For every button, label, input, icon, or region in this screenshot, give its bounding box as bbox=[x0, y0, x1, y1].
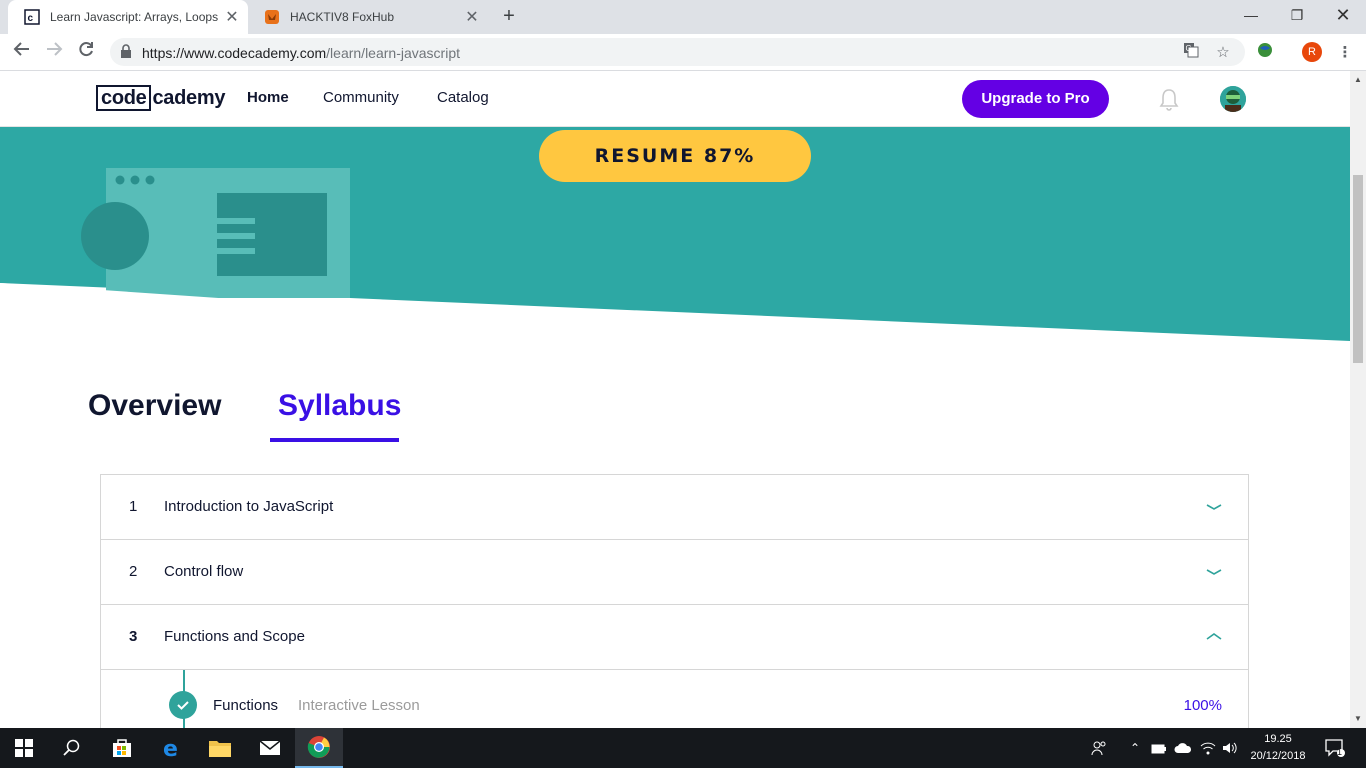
svg-text:e: e bbox=[163, 737, 178, 759]
svg-text:c: c bbox=[28, 13, 34, 24]
battery-icon[interactable] bbox=[1150, 728, 1168, 768]
syllabus-list: 1 Introduction to JavaScript 2 Control f… bbox=[100, 474, 1249, 728]
lesson-item[interactable]: Functions Interactive Lesson 100% bbox=[101, 670, 1248, 728]
site-header: code cademy Home Community Catalog Upgrad… bbox=[0, 71, 1350, 127]
minimize-icon[interactable]: — bbox=[1228, 0, 1274, 32]
syllabus-module[interactable]: 1 Introduction to JavaScript bbox=[101, 475, 1248, 540]
windows-start-icon[interactable] bbox=[0, 728, 48, 768]
module-number: 3 bbox=[129, 628, 138, 645]
module-title: Introduction to JavaScript bbox=[164, 498, 334, 515]
people-icon[interactable] bbox=[1088, 728, 1110, 768]
wifi-icon[interactable] bbox=[1198, 728, 1218, 768]
logo-rest-text: cademy bbox=[152, 86, 226, 109]
scroll-up-arrow-icon[interactable]: ▲ bbox=[1350, 73, 1366, 87]
notification-count: 1 bbox=[1337, 747, 1343, 757]
address-bar[interactable]: https://www.codecademy.com/learn/learn-j… bbox=[110, 38, 1245, 66]
active-tab-indicator bbox=[270, 438, 399, 442]
nav-home[interactable]: Home bbox=[247, 89, 289, 106]
scrollbar-thumb[interactable] bbox=[1353, 175, 1363, 363]
page-viewport: code cademy Home Community Catalog Upgrad… bbox=[0, 71, 1350, 728]
codecademy-logo[interactable]: code cademy bbox=[96, 85, 225, 111]
forward-arrow-icon[interactable] bbox=[41, 40, 67, 66]
browser-tab-bar: c Learn Javascript: Arrays, Loops & ✕ HA… bbox=[0, 0, 1366, 34]
tab-syllabus[interactable]: Syllabus bbox=[278, 389, 401, 423]
lesson-title: Functions bbox=[213, 697, 279, 714]
back-arrow-icon[interactable] bbox=[9, 40, 35, 66]
chrome-taskbar-icon[interactable] bbox=[295, 728, 343, 768]
lesson-progress: 100% bbox=[1183, 697, 1222, 714]
mail-icon[interactable] bbox=[246, 728, 294, 768]
lesson-type: Interactive Lesson bbox=[298, 697, 420, 714]
course-hero-banner: RESUME 87% bbox=[0, 127, 1350, 357]
translate-icon[interactable]: G bbox=[1180, 42, 1202, 64]
module-title: Control flow bbox=[164, 563, 244, 580]
chevron-down-icon[interactable] bbox=[1203, 562, 1225, 582]
action-center-icon[interactable]: 1 bbox=[1320, 728, 1350, 768]
tab-close-icon[interactable]: ✕ bbox=[220, 7, 244, 27]
module-number: 2 bbox=[129, 563, 138, 580]
chevron-down-icon[interactable] bbox=[1203, 497, 1225, 517]
browser-toolbar: https://www.codecademy.com/learn/learn-j… bbox=[0, 34, 1366, 71]
new-tab-plus-icon[interactable]: + bbox=[497, 5, 521, 29]
browser-tab-codecademy[interactable]: c Learn Javascript: Arrays, Loops & ✕ bbox=[8, 0, 248, 34]
file-explorer-icon[interactable] bbox=[196, 728, 244, 768]
chrome-menu-icon[interactable]: ⋮ bbox=[1334, 42, 1356, 64]
volume-icon[interactable] bbox=[1220, 728, 1240, 768]
browser-tab-foxhub[interactable]: HACKTIV8 FoxHub ✕ bbox=[248, 0, 488, 34]
module-title: Functions and Scope bbox=[164, 628, 305, 645]
tab-title: Learn Javascript: Arrays, Loops & bbox=[50, 10, 220, 24]
svg-text:G: G bbox=[1186, 44, 1192, 53]
upgrade-to-pro-button[interactable]: Upgrade to Pro bbox=[962, 80, 1109, 118]
tab-close-icon[interactable]: ✕ bbox=[460, 7, 484, 27]
search-icon[interactable] bbox=[48, 728, 96, 768]
extension-globe-icon[interactable] bbox=[1254, 42, 1276, 64]
module-number: 1 bbox=[129, 498, 138, 515]
resume-course-button[interactable]: RESUME 87% bbox=[539, 130, 811, 182]
notification-bell-icon[interactable] bbox=[1158, 88, 1180, 112]
tab-title: HACKTIV8 FoxHub bbox=[290, 10, 395, 24]
page-scrollbar[interactable]: ▲ ▼ bbox=[1350, 71, 1366, 728]
foxhub-favicon-icon bbox=[264, 9, 280, 25]
edge-browser-icon[interactable]: e bbox=[148, 728, 196, 768]
close-window-icon[interactable]: ✕ bbox=[1320, 0, 1366, 32]
onedrive-cloud-icon[interactable] bbox=[1173, 728, 1193, 768]
user-avatar[interactable] bbox=[1220, 86, 1246, 112]
clock-date: 20/12/2018 bbox=[1250, 750, 1306, 762]
tab-overview[interactable]: Overview bbox=[88, 389, 221, 423]
profile-avatar[interactable]: R bbox=[1302, 42, 1322, 62]
lock-icon bbox=[120, 44, 134, 60]
nav-catalog[interactable]: Catalog bbox=[437, 89, 489, 106]
system-clock[interactable]: 19.25 20/12/2018 bbox=[1244, 731, 1312, 765]
syllabus-module[interactable]: 2 Control flow bbox=[101, 540, 1248, 605]
restore-icon[interactable]: ❐ bbox=[1274, 0, 1320, 32]
show-hidden-icons-chevron-icon[interactable]: ⌃ bbox=[1125, 728, 1145, 768]
logo-boxed-text: code bbox=[96, 85, 152, 111]
bookmark-star-icon[interactable]: ☆ bbox=[1212, 42, 1234, 64]
codecademy-favicon-icon: c bbox=[24, 9, 40, 25]
url-text: https://www.codecademy.com/learn/learn-j… bbox=[142, 45, 460, 61]
windows-taskbar: e ⌃ 19.25 20/12/2018 1 bbox=[0, 728, 1366, 768]
syllabus-module-expanded[interactable]: 3 Functions and Scope bbox=[101, 605, 1248, 670]
chevron-up-icon[interactable] bbox=[1203, 627, 1225, 647]
reload-icon[interactable] bbox=[73, 40, 99, 66]
store-icon[interactable] bbox=[98, 728, 146, 768]
nav-community[interactable]: Community bbox=[323, 89, 399, 106]
clock-time: 19.25 bbox=[1264, 733, 1292, 745]
scroll-down-arrow-icon[interactable]: ▼ bbox=[1350, 712, 1366, 726]
checkmark-icon bbox=[169, 691, 197, 719]
